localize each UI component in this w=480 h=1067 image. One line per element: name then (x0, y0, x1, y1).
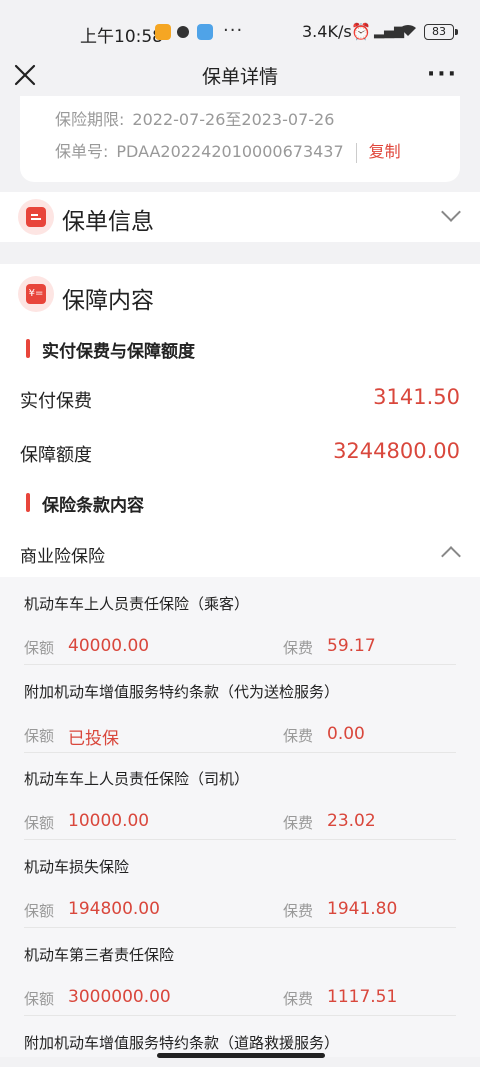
clauses-list: 机动车车上人员责任保险（乘客） 保额 40000.00 保费 59.17 附加机… (0, 577, 480, 1057)
policy-info-section[interactable]: 保单信息 (0, 192, 480, 242)
chevron-up-icon[interactable] (441, 546, 461, 566)
chevron-down-icon[interactable] (441, 202, 461, 222)
premium-label: 保费 (283, 727, 314, 745)
policy-period-label: 保险期限: (55, 110, 125, 129)
clause-name: 附加机动车增值服务特约条款（道路救援服务） (24, 1034, 340, 1052)
amount-label: 保额 (24, 727, 55, 745)
amount-value: 194800.00 (68, 899, 160, 919)
status-time: 上午10:58 (80, 27, 163, 47)
copy-button[interactable]: 复制 (369, 142, 401, 161)
premium-label: 保费 (283, 639, 314, 657)
amount-value: 已投保 (68, 729, 119, 749)
amount-value: 40000.00 (68, 636, 150, 656)
clause-name: 机动车第三者责任保险 (24, 946, 175, 964)
premium-label: 保费 (283, 902, 314, 920)
list-item: 机动车车上人员责任保险（司机） 保额 10000.00 保费 23.02 (0, 752, 480, 840)
more-options-icon[interactable]: ··· (427, 62, 458, 87)
clause-name: 机动车车上人员责任保险（司机） (24, 770, 250, 788)
amount-value: 3000000.00 (68, 987, 171, 1007)
list-item: 机动车第三者责任保险 保额 3000000.00 保费 1117.51 (0, 928, 480, 1016)
premium-value: 0.00 (327, 724, 365, 744)
battery-icon: 83 (424, 24, 458, 40)
page-title: 保单详情 (201, 66, 278, 88)
policy-number: 保单号: PDAA202242010000673437 复制 (55, 138, 401, 163)
policy-info-title: 保单信息 (62, 209, 154, 235)
game-app-icon (197, 24, 213, 40)
net-speed: 3.4K/s (302, 22, 352, 41)
policy-number-label: 保单号: (55, 142, 109, 161)
premium-value: 23.02 (327, 811, 376, 831)
premium-heading: 实付保费与保障额度 (26, 337, 195, 362)
policy-info-icon (18, 199, 54, 235)
list-item: 附加机动车增值服务特约条款（道路救援服务） (0, 1016, 480, 1057)
notes-app-icon (155, 24, 171, 40)
premium-value: 59.17 (327, 636, 376, 656)
amount-label: 保额 (24, 639, 55, 657)
coverage-amount-value: 3244800.00 (333, 439, 460, 463)
premium-label: 保费 (283, 990, 314, 1008)
policy-period: 保险期限: 2022-07-26至2023-07-26 (55, 106, 334, 130)
list-item: 机动车损失保险 保额 194800.00 保费 1941.80 (0, 840, 480, 928)
app-icon (177, 26, 189, 38)
divider (355, 142, 357, 163)
premium-value: 1117.51 (327, 987, 398, 1007)
premium-label: 保费 (283, 814, 314, 832)
status-more-icon: ··· (223, 20, 244, 41)
document-icon (26, 207, 46, 227)
coverage-section: ¥= 保障内容 实付保费与保障额度 实付保费 3141.50 保障额度 3244… (0, 264, 480, 577)
premium-value: 1941.80 (327, 899, 398, 919)
amount-value: 10000.00 (68, 811, 150, 831)
policy-number-value: PDAA202242010000673437 (116, 142, 344, 161)
amount-label: 保额 (24, 990, 55, 1008)
yuan-icon: ¥= (26, 284, 46, 304)
paid-premium-label: 实付保费 (20, 391, 92, 412)
clause-name: 机动车损失保险 (24, 858, 130, 876)
home-indicator[interactable] (157, 1053, 325, 1058)
policy-period-value: 2022-07-26至2023-07-26 (132, 110, 335, 129)
coverage-amount-label: 保障额度 (20, 445, 92, 466)
wifi-icon (398, 22, 418, 42)
list-item: 机动车车上人员责任保险（乘客） 保额 40000.00 保费 59.17 (0, 577, 480, 665)
commercial-insurance-label: 商业险保险 (20, 547, 105, 567)
alarm-icon: ⏰ (351, 22, 371, 41)
paid-premium-value: 3141.50 (373, 385, 460, 409)
clause-name: 机动车车上人员责任保险（乘客） (24, 595, 250, 613)
coverage-icon: ¥= (18, 276, 54, 312)
coverage-title: 保障内容 (62, 288, 154, 314)
amount-label: 保额 (24, 814, 55, 832)
policy-summary-card: 保险期限: 2022-07-26至2023-07-26 保单号: PDAA20224… (20, 96, 460, 182)
clause-name: 附加机动车增值服务特约条款（代为送检服务） (24, 683, 340, 701)
list-item: 附加机动车增值服务特约条款（代为送检服务） 保额 已投保 保费 0.00 (0, 665, 480, 753)
amount-label: 保额 (24, 902, 55, 920)
clauses-heading: 保险条款内容 (26, 491, 144, 516)
